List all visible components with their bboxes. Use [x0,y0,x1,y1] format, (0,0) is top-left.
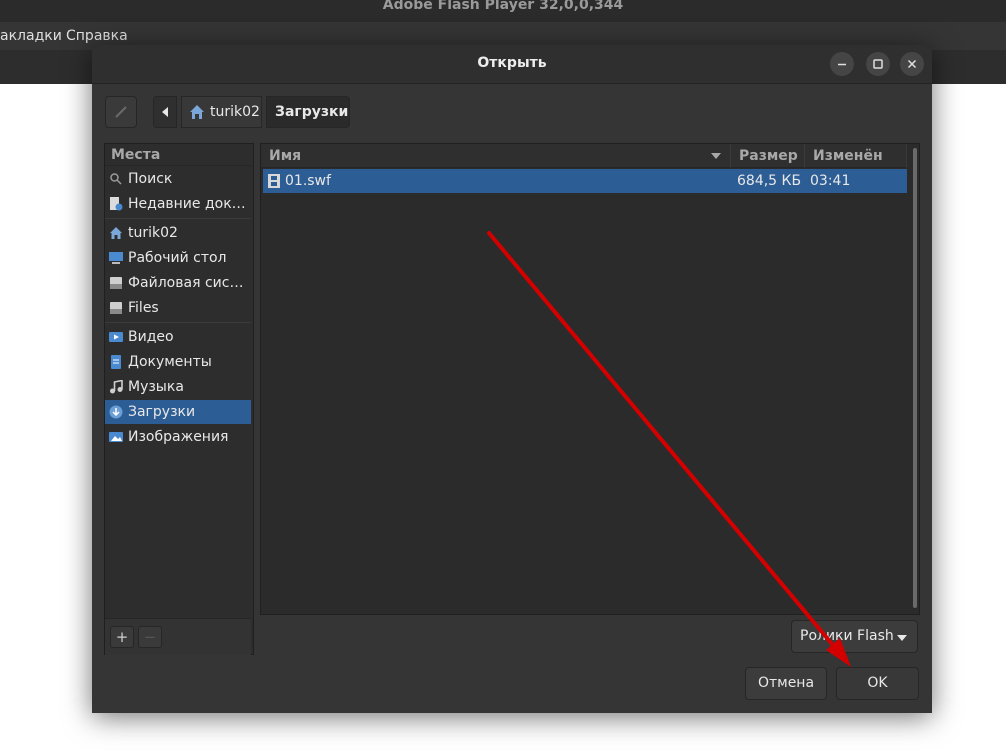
column-header-modified[interactable]: Изменён [805,144,907,168]
menu-item-bookmarks[interactable]: акладки [0,28,62,44]
places-sidebar: Места Поиск Недавние документы turik02 Р… [104,143,254,655]
drive-icon [110,302,122,314]
remove-bookmark-button[interactable]: − [138,626,162,648]
edit-location-button[interactable] [105,96,137,128]
maximize-button[interactable] [866,52,890,76]
sidebar-separator [105,322,251,323]
desktop-icon [109,252,123,264]
file-list: Имя Размер Изменён 01.swf 684,5 КБ 03:41 [260,143,920,615]
sidebar-item-filesystem[interactable]: Файловая система [105,271,251,295]
film-icon [268,174,280,188]
home-icon [190,105,204,119]
home-icon [110,227,122,239]
music-icon [110,380,123,394]
dropdown-arrow-icon [897,635,907,641]
sidebar-item-label: Музыка [128,379,184,395]
sidebar-item-label: Files [128,300,159,316]
sidebar-item-label: Изображения [128,429,229,445]
sidebar-footer: + − [105,618,251,655]
sidebar-item-recent[interactable]: Недавние документы [105,192,251,216]
minimize-icon [838,63,846,66]
open-file-dialog: Открыть turik02 Загрузки Места Поиск Нед… [92,45,932,713]
sidebar-item-pictures[interactable]: Изображения [105,425,251,449]
dialog-header: Открыть [92,45,932,84]
pencil-icon [115,106,127,118]
sidebar-item-label: Файловая система [128,275,251,291]
column-header-name[interactable]: Имя [261,144,731,168]
video-folder-icon [109,332,123,342]
sidebar-item-home[interactable]: turik02 [105,221,251,245]
vertical-scrollbar[interactable] [913,148,917,608]
sidebar-item-search[interactable]: Поиск [105,167,251,191]
column-size-label: Размер [739,148,798,164]
search-icon [110,173,122,185]
column-name-label: Имя [269,148,302,164]
file-type-filter[interactable]: Ролики Flash [791,620,918,653]
sidebar-item-files[interactable]: Files [105,296,251,320]
file-name: 01.swf [285,173,331,189]
cancel-button[interactable]: Отмена [745,667,827,700]
sidebar-item-label: turik02 [128,225,178,241]
column-header-size[interactable]: Размер [731,144,805,168]
sidebar-item-label: Поиск [128,171,173,187]
sidebar-item-label: Недавние документы [128,196,251,212]
pictures-icon [109,432,123,442]
close-button[interactable] [900,52,924,76]
maximize-icon [873,59,883,69]
sidebar-item-documents[interactable]: Документы [105,350,251,374]
sidebar-item-downloads[interactable]: Загрузки [105,400,251,424]
sidebar-separator [105,218,251,219]
path-back-button[interactable] [153,96,177,128]
drive-icon [110,277,122,289]
sidebar-item-label: Рабочий стол [128,250,227,266]
breadcrumb-downloads[interactable]: Загрузки [266,96,350,128]
background-window-title: Adobe Flash Player 32,0,0,344 [0,0,1006,22]
sidebar-item-desktop[interactable]: Рабочий стол [105,246,251,270]
column-modified-label: Изменён [813,148,883,164]
sidebar-item-video[interactable]: Видео [105,325,251,349]
file-size: 684,5 КБ [737,173,802,189]
documents-folder-icon [111,355,121,369]
breadcrumb-home-label: turik02 [210,104,260,120]
file-modified: 03:41 [810,173,851,189]
breadcrumb-home[interactable]: turik02 [181,96,262,128]
add-bookmark-button[interactable]: + [110,626,134,648]
places-heading: Места [105,144,251,166]
chevron-left-icon [162,107,168,117]
dialog-title: Открыть [477,55,547,71]
breadcrumb-downloads-label: Загрузки [275,104,349,120]
ok-button[interactable]: OK [836,667,919,700]
file-row[interactable]: 01.swf 684,5 КБ 03:41 [263,169,907,193]
sidebar-item-label: Загрузки [128,404,196,420]
close-icon [907,59,917,69]
downloads-icon [109,405,123,419]
recent-documents-icon [110,197,123,211]
sidebar-item-label: Видео [128,329,174,345]
sidebar-item-music[interactable]: Музыка [105,375,251,399]
menu-item-help[interactable]: Справка [66,28,128,44]
sort-down-icon [711,153,721,159]
sidebar-item-label: Документы [128,354,212,370]
minimize-button[interactable] [830,52,854,76]
file-type-filter-label: Ролики Flash [800,628,894,644]
